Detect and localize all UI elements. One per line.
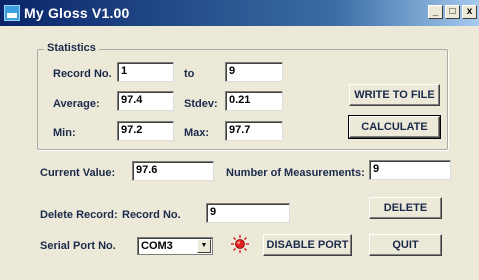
record-from-field[interactable]: 1 [117,62,174,82]
delete-button[interactable]: DELETE [369,197,442,219]
max-field: 97.7 [225,121,283,141]
record-no-label: Record No. [53,68,112,80]
delete-record-no-label: Record No. [122,209,181,221]
measurements-count-field: 9 [369,160,451,180]
average-field: 97.4 [117,91,174,111]
disable-port-button[interactable]: DISABLE PORT [263,234,352,256]
stdev-label: Stdev: [184,98,218,110]
red-indicator-icon [231,235,249,253]
record-to-field[interactable]: 9 [225,62,283,82]
current-value-label: Current Value: [40,167,116,179]
statistics-group-title: Statistics [44,42,99,54]
average-label: Average: [53,98,100,110]
serial-port-select[interactable]: COM3 ▼ [137,237,213,255]
quit-button[interactable]: QUIT [369,234,442,256]
to-label: to [184,68,195,80]
window-title: My Gloss V1.00 [24,5,130,21]
minimize-button[interactable]: _ [428,5,443,19]
serial-port-label: Serial Port No. [40,240,116,252]
maximize-button[interactable]: □ [445,5,460,19]
main-window: My Gloss V1.00 _ □ x Statistics Record N… [0,0,479,280]
calculate-button[interactable]: CALCULATE [348,115,441,139]
max-label: Max: [184,127,210,139]
measurements-count-label: Number of Measurements: [226,167,365,179]
serial-port-value: COM3 [141,240,173,252]
chevron-down-icon[interactable]: ▼ [197,239,211,253]
current-value-field: 97.6 [132,161,214,181]
delete-record-label: Delete Record: [40,209,118,221]
write-to-file-button[interactable]: WRITE TO FILE [349,84,440,106]
delete-record-field[interactable]: 9 [206,203,290,223]
close-button[interactable]: x [462,5,477,19]
app-icon [4,5,20,21]
min-label: Min: [53,127,76,139]
min-field: 97.2 [117,121,174,141]
window-controls: _ □ x [428,5,477,19]
title-bar[interactable]: My Gloss V1.00 _ □ x [0,0,479,26]
stdev-field: 0.21 [225,91,283,111]
